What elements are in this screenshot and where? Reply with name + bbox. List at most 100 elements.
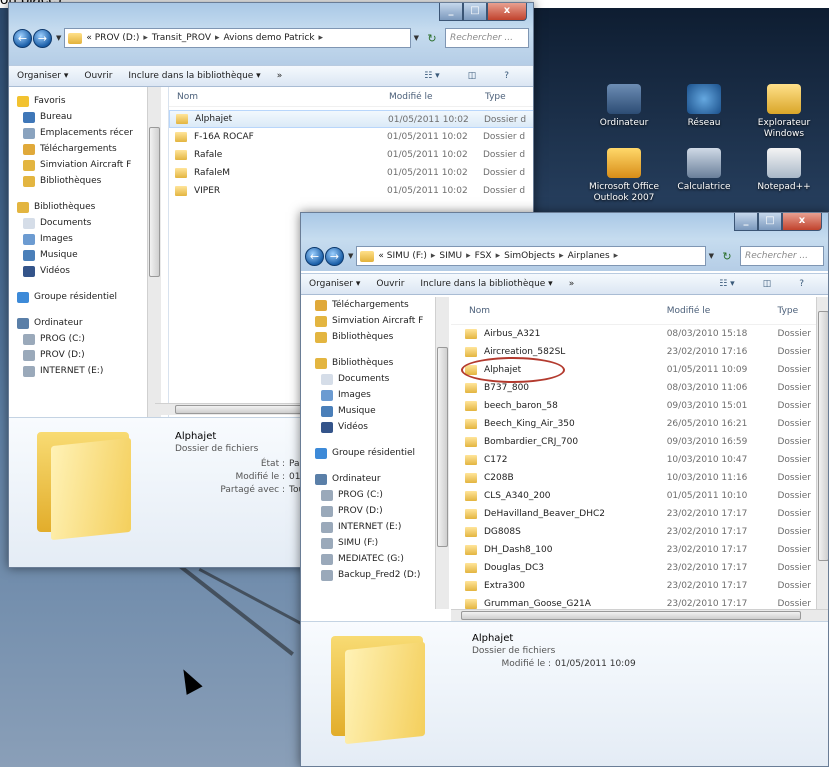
nav-item[interactable]: Backup_Fred2 (D:) — [315, 567, 448, 583]
breadcrumb-item[interactable]: SIMU — [439, 251, 462, 261]
organize-button[interactable]: Organiser ▾ — [17, 71, 68, 81]
nav-item[interactable]: Bibliothèques — [17, 199, 168, 215]
col-name[interactable]: Nom — [169, 87, 389, 106]
nav-scrollbar[interactable] — [147, 87, 161, 417]
nav-item[interactable]: Simviation Aircraft F — [17, 157, 168, 173]
nav-item[interactable]: Bibliothèques — [315, 329, 448, 345]
nav-item[interactable]: Images — [315, 387, 448, 403]
nav-item[interactable]: Musique — [17, 247, 168, 263]
file-row[interactable]: Alphajet 01/05/2011 10:02 Dossier d — [169, 110, 533, 128]
file-row[interactable]: Douglas_DC3 23/02/2010 17:17 Dossier — [451, 559, 817, 577]
file-row[interactable]: C208B 10/03/2010 11:16 Dossier — [451, 469, 817, 487]
col-date[interactable]: Modifié le — [667, 297, 778, 324]
desktop-icon-computer[interactable]: Ordinateur — [584, 84, 664, 129]
minimize-button[interactable]: _ — [439, 3, 463, 21]
preview-pane-icon[interactable]: ◫ — [468, 71, 477, 81]
nav-item[interactable]: PROV (D:) — [17, 347, 168, 363]
breadcrumb-item[interactable]: SimObjects — [504, 251, 555, 261]
nav-item[interactable]: Téléchargements — [315, 297, 448, 313]
nav-item[interactable]: Documents — [17, 215, 168, 231]
nav-item[interactable]: PROG (C:) — [315, 487, 448, 503]
address-dropdown-icon[interactable]: ▼ — [414, 34, 419, 42]
help-icon[interactable]: ? — [504, 71, 509, 81]
col-type[interactable]: Type — [485, 87, 533, 106]
file-row[interactable]: Extra300 23/02/2010 17:17 Dossier — [451, 577, 817, 595]
nav-item[interactable]: Téléchargements — [17, 141, 168, 157]
breadcrumb-item[interactable]: « PROV (D:) — [86, 33, 139, 43]
col-name[interactable]: Nom — [451, 297, 667, 324]
views-icon[interactable]: ☷ ▾ — [719, 279, 734, 289]
preview-pane-icon[interactable]: ◫ — [763, 279, 772, 289]
nav-scrollbar[interactable] — [435, 297, 449, 609]
back-button[interactable]: ← — [305, 246, 324, 266]
nav-item[interactable]: Images — [17, 231, 168, 247]
desktop-icon-notepad[interactable]: Notepad++ — [744, 148, 824, 193]
file-row[interactable]: DG808S 23/02/2010 17:17 Dossier — [451, 523, 817, 541]
file-row[interactable]: VIPER 01/05/2011 10:02 Dossier d — [169, 182, 533, 200]
nav-item[interactable]: Groupe résidentiel — [315, 445, 448, 461]
breadcrumb-item[interactable]: « SIMU (F:) — [378, 251, 426, 261]
close-button[interactable]: x — [782, 213, 822, 231]
nav-item[interactable]: Bureau — [17, 109, 168, 125]
include-library-button[interactable]: Inclure dans la bibliothèque ▾ — [128, 71, 260, 81]
horizontal-scrollbar[interactable] — [451, 609, 828, 621]
organize-button[interactable]: Organiser ▾ — [309, 279, 360, 289]
refresh-icon[interactable]: ↻ — [422, 32, 442, 45]
history-dropdown-icon[interactable]: ▼ — [56, 34, 61, 42]
history-dropdown-icon[interactable]: ▼ — [348, 252, 353, 260]
file-row[interactable]: Grumman_Goose_G21A 23/02/2010 17:17 Dossie… — [451, 595, 817, 609]
address-bar[interactable]: « SIMU (F:) ▸ SIMU ▸ FSX ▸ SimObjects ▸ Airp… — [356, 246, 706, 266]
close-button[interactable]: x — [487, 3, 527, 21]
scroll-thumb[interactable] — [818, 311, 828, 561]
file-row[interactable]: CLS_A340_200 01/05/2011 10:10 Dossier — [451, 487, 817, 505]
file-row[interactable]: F-16A ROCAF 01/05/2011 10:02 Dossier d — [169, 128, 533, 146]
file-row[interactable]: Rafale 01/05/2011 10:02 Dossier d — [169, 146, 533, 164]
breadcrumb-item[interactable]: Airplanes — [568, 251, 610, 261]
help-icon[interactable]: ? — [799, 279, 804, 289]
maximize-button[interactable]: □ — [758, 213, 782, 231]
file-row[interactable]: RafaleM 01/05/2011 10:02 Dossier d — [169, 164, 533, 182]
nav-item[interactable]: Bibliothèques — [315, 355, 448, 371]
forward-button[interactable]: → — [325, 246, 344, 266]
address-dropdown-icon[interactable]: ▼ — [709, 252, 714, 260]
nav-item[interactable]: INTERNET (E:) — [315, 519, 448, 535]
desktop-icon-outlook[interactable]: Microsoft Office Outlook 2007 — [584, 148, 664, 204]
open-button[interactable]: Ouvrir — [376, 279, 404, 289]
nav-item[interactable]: Groupe résidentiel — [17, 289, 168, 305]
nav-item[interactable]: Musique — [315, 403, 448, 419]
back-button[interactable]: ← — [13, 28, 32, 48]
col-date[interactable]: Modifié le — [389, 87, 485, 106]
nav-item[interactable]: Bibliothèques — [17, 173, 168, 189]
file-row[interactable]: beech_baron_58 09/03/2010 15:01 Dossier — [451, 397, 817, 415]
nav-item[interactable]: Emplacements récer — [17, 125, 168, 141]
scroll-thumb[interactable] — [437, 347, 448, 547]
nav-item[interactable]: PROV (D:) — [315, 503, 448, 519]
nav-item[interactable]: PROG (C:) — [17, 331, 168, 347]
nav-item[interactable]: Documents — [315, 371, 448, 387]
file-row[interactable]: Bombardier_CRJ_700 09/03/2010 16:59 Dossie… — [451, 433, 817, 451]
breadcrumb-item[interactable]: Avions demo Patrick — [224, 33, 315, 43]
nav-item[interactable]: Vidéos — [17, 263, 168, 279]
nav-item[interactable]: Vidéos — [315, 419, 448, 435]
file-list-scrollbar[interactable] — [816, 297, 828, 609]
file-row[interactable]: DH_Dash8_100 23/02/2010 17:17 Dossier — [451, 541, 817, 559]
nav-item[interactable]: INTERNET (E:) — [17, 363, 168, 379]
desktop-icon-network[interactable]: Réseau — [664, 84, 744, 129]
include-library-button[interactable]: Inclure dans la bibliothèque ▾ — [420, 279, 552, 289]
nav-item[interactable]: Favoris — [17, 93, 168, 109]
minimize-button[interactable]: _ — [734, 213, 758, 231]
maximize-button[interactable]: □ — [463, 3, 487, 21]
views-icon[interactable]: ☷ ▾ — [424, 71, 439, 81]
address-bar[interactable]: « PROV (D:) ▸ Transit_PROV ▸ Avions demo P… — [64, 28, 411, 48]
nav-item[interactable]: MEDIATEC (G:) — [315, 551, 448, 567]
more-commands-button[interactable]: » — [277, 71, 283, 81]
file-row[interactable]: DeHavilland_Beaver_DHC2 23/02/2010 17:17 D… — [451, 505, 817, 523]
breadcrumb-item[interactable]: FSX — [475, 251, 492, 261]
desktop-icon-explorer[interactable]: Explorateur Windows — [744, 84, 824, 140]
desktop-icon-calculator[interactable]: Calculatrice — [664, 148, 744, 193]
nav-item[interactable]: Ordinateur — [17, 315, 168, 331]
nav-item[interactable]: SIMU (F:) — [315, 535, 448, 551]
file-row[interactable]: C172 10/03/2010 10:47 Dossier — [451, 451, 817, 469]
scroll-thumb[interactable] — [461, 611, 801, 620]
file-row[interactable]: Airbus_A321 08/03/2010 15:18 Dossier — [451, 325, 817, 343]
